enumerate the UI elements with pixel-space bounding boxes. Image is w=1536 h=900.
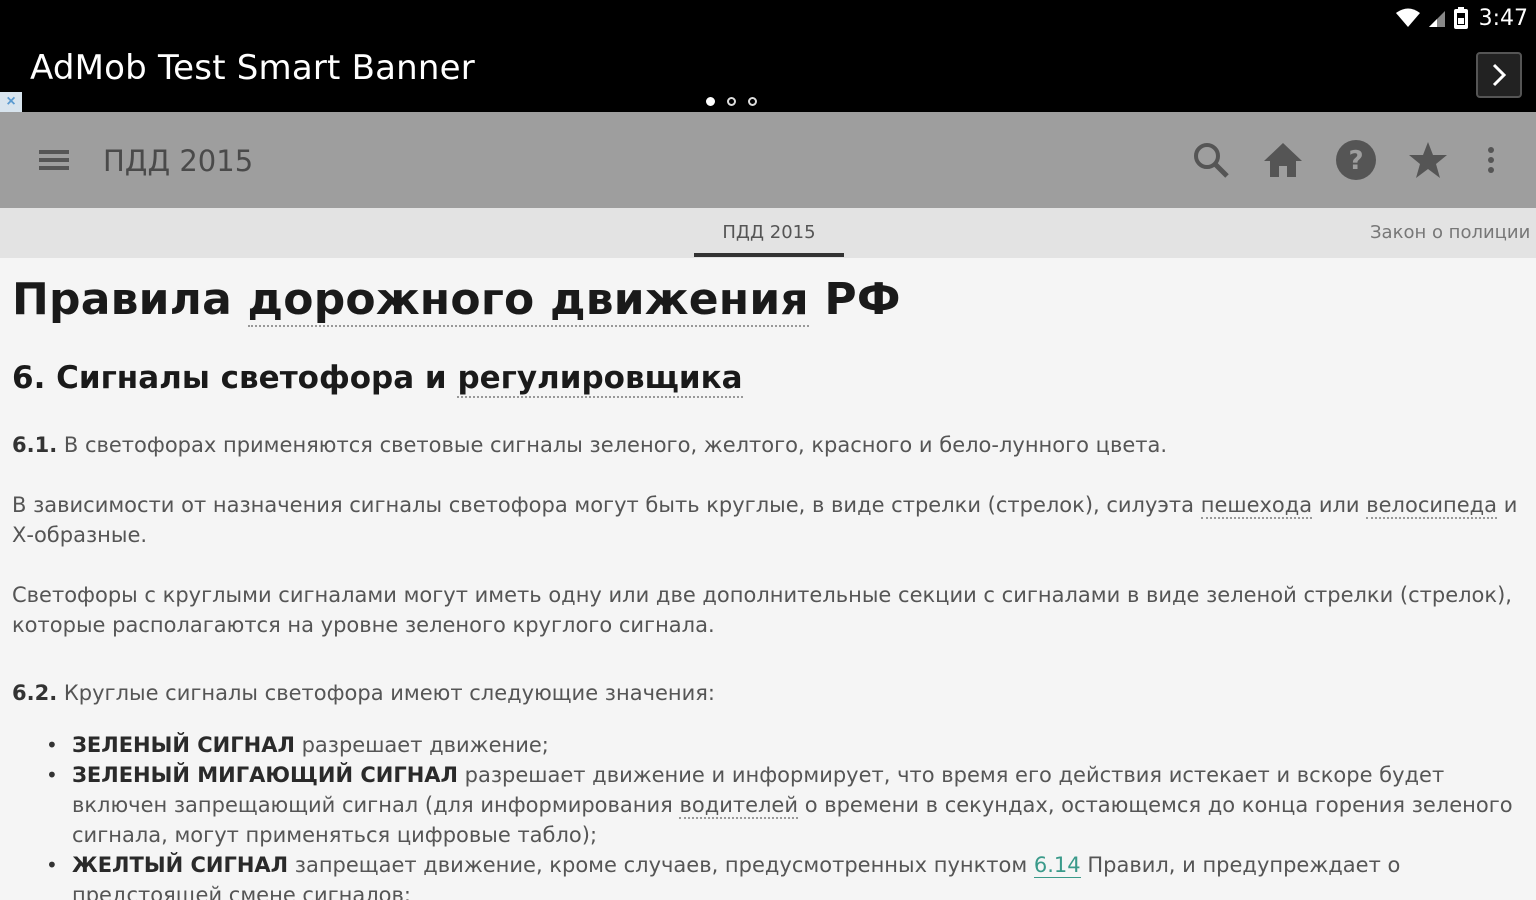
term-link[interactable]: велосипеда — [1366, 493, 1498, 519]
svg-text:?: ? — [1348, 146, 1363, 176]
chevron-right-icon — [1492, 63, 1507, 87]
document-content: Правила дорожного движения РФ 6. Сигналы… — [12, 258, 1522, 900]
paragraph: В зависимости от назначения сигналы свет… — [12, 490, 1522, 550]
page-title: Правила дорожного движения РФ — [12, 274, 1522, 327]
paragraph: 6.1. В светофорах применяются световые с… — [12, 430, 1522, 460]
paragraph-text: В зависимости от назначения сигналы свет… — [12, 493, 1201, 517]
ad-pager-dot — [727, 97, 736, 106]
overflow-menu-button[interactable] — [1467, 136, 1515, 184]
paragraph-text: В светофорах применяются световые сигнал… — [57, 433, 1168, 457]
tab-bar: ПДД 2015 Закон о полиции — [0, 208, 1536, 258]
paragraph: Светофоры с круглыми сигналами могут име… — [12, 583, 1512, 637]
title-text: Правила — [12, 274, 248, 325]
more-vert-icon — [1488, 147, 1494, 173]
star-icon — [1409, 142, 1447, 178]
status-bar: 3:47 — [1395, 4, 1528, 32]
list-item-text: разрешает движение; — [294, 733, 549, 757]
tab-police-law[interactable]: Закон о полиции — [1370, 222, 1530, 243]
term-link[interactable]: дорожного движения — [247, 274, 809, 327]
toolbar-title: ПДД 2015 — [103, 144, 254, 178]
tab-pdd-2015[interactable]: ПДД 2015 — [694, 222, 844, 243]
signal-term: ЖЕЛТЫЙ СИГНАЛ — [72, 853, 289, 877]
paragraph: 6.2. Круглые сигналы светофора имеют сле… — [12, 678, 1522, 708]
list-item: ЗЕЛЕНЫЙ СИГНАЛ разрешает движение; — [46, 730, 1522, 760]
search-icon — [1194, 143, 1229, 178]
ad-banner[interactable]: 3:47 AdMob Test Smart Banner × — [0, 0, 1536, 112]
paragraph-text: или — [1312, 493, 1367, 517]
signal-term: ЗЕЛЕНЫЙ МИГАЮЩИЙ СИГНАЛ — [72, 763, 458, 787]
favorite-button[interactable] — [1404, 136, 1452, 184]
ad-next-button[interactable] — [1476, 52, 1522, 98]
battery-icon — [1453, 7, 1468, 29]
ad-title[interactable]: AdMob Test Smart Banner — [30, 48, 475, 88]
home-button[interactable] — [1259, 136, 1307, 184]
help-button[interactable]: ? — [1332, 136, 1380, 184]
list-item: ЖЕЛТЫЙ СИГНАЛ запрещает движение, кроме … — [46, 850, 1522, 900]
signal-list: ЗЕЛЕНЫЙ СИГНАЛ разрешает движение; ЗЕЛЕН… — [12, 730, 1522, 900]
ad-pager-dot — [748, 97, 757, 106]
section-title: 6. Сигналы светофора и регулировщика — [12, 358, 1522, 398]
menu-button[interactable] — [30, 142, 78, 178]
term-link[interactable]: водителей — [679, 793, 799, 819]
rule-link[interactable]: 6.14 — [1033, 853, 1081, 878]
wifi-icon — [1395, 8, 1420, 27]
paragraph-text: Круглые сигналы светофора имеют следующи… — [57, 681, 715, 705]
help-icon: ? — [1336, 140, 1376, 180]
menu-icon — [39, 150, 69, 170]
term-link[interactable]: пешехода — [1200, 493, 1313, 519]
list-item: ЗЕЛЕНЫЙ МИГАЮЩИЙ СИГНАЛ разрешает движен… — [46, 760, 1522, 850]
clause-number: 6.2. — [12, 681, 58, 705]
ad-close-icon[interactable]: × — [0, 92, 22, 112]
signal-term: ЗЕЛЕНЫЙ СИГНАЛ — [72, 733, 295, 757]
signal-icon — [1428, 11, 1445, 27]
search-button[interactable] — [1187, 136, 1235, 184]
home-icon — [1264, 143, 1302, 177]
clock: 3:47 — [1478, 5, 1528, 31]
term-link[interactable]: регулировщика — [457, 360, 743, 398]
tab-indicator — [694, 253, 844, 257]
section-text: 6. Сигналы светофора и — [12, 360, 458, 396]
app-toolbar: ПДД 2015 ? — [0, 112, 1536, 208]
clause-number: 6.1. — [12, 433, 58, 457]
ad-pager-dots — [706, 97, 757, 106]
ad-pager-dot — [706, 97, 715, 106]
list-item-text: запрещает движение, кроме случаев, преду… — [288, 853, 1034, 877]
title-text: РФ — [808, 274, 901, 325]
